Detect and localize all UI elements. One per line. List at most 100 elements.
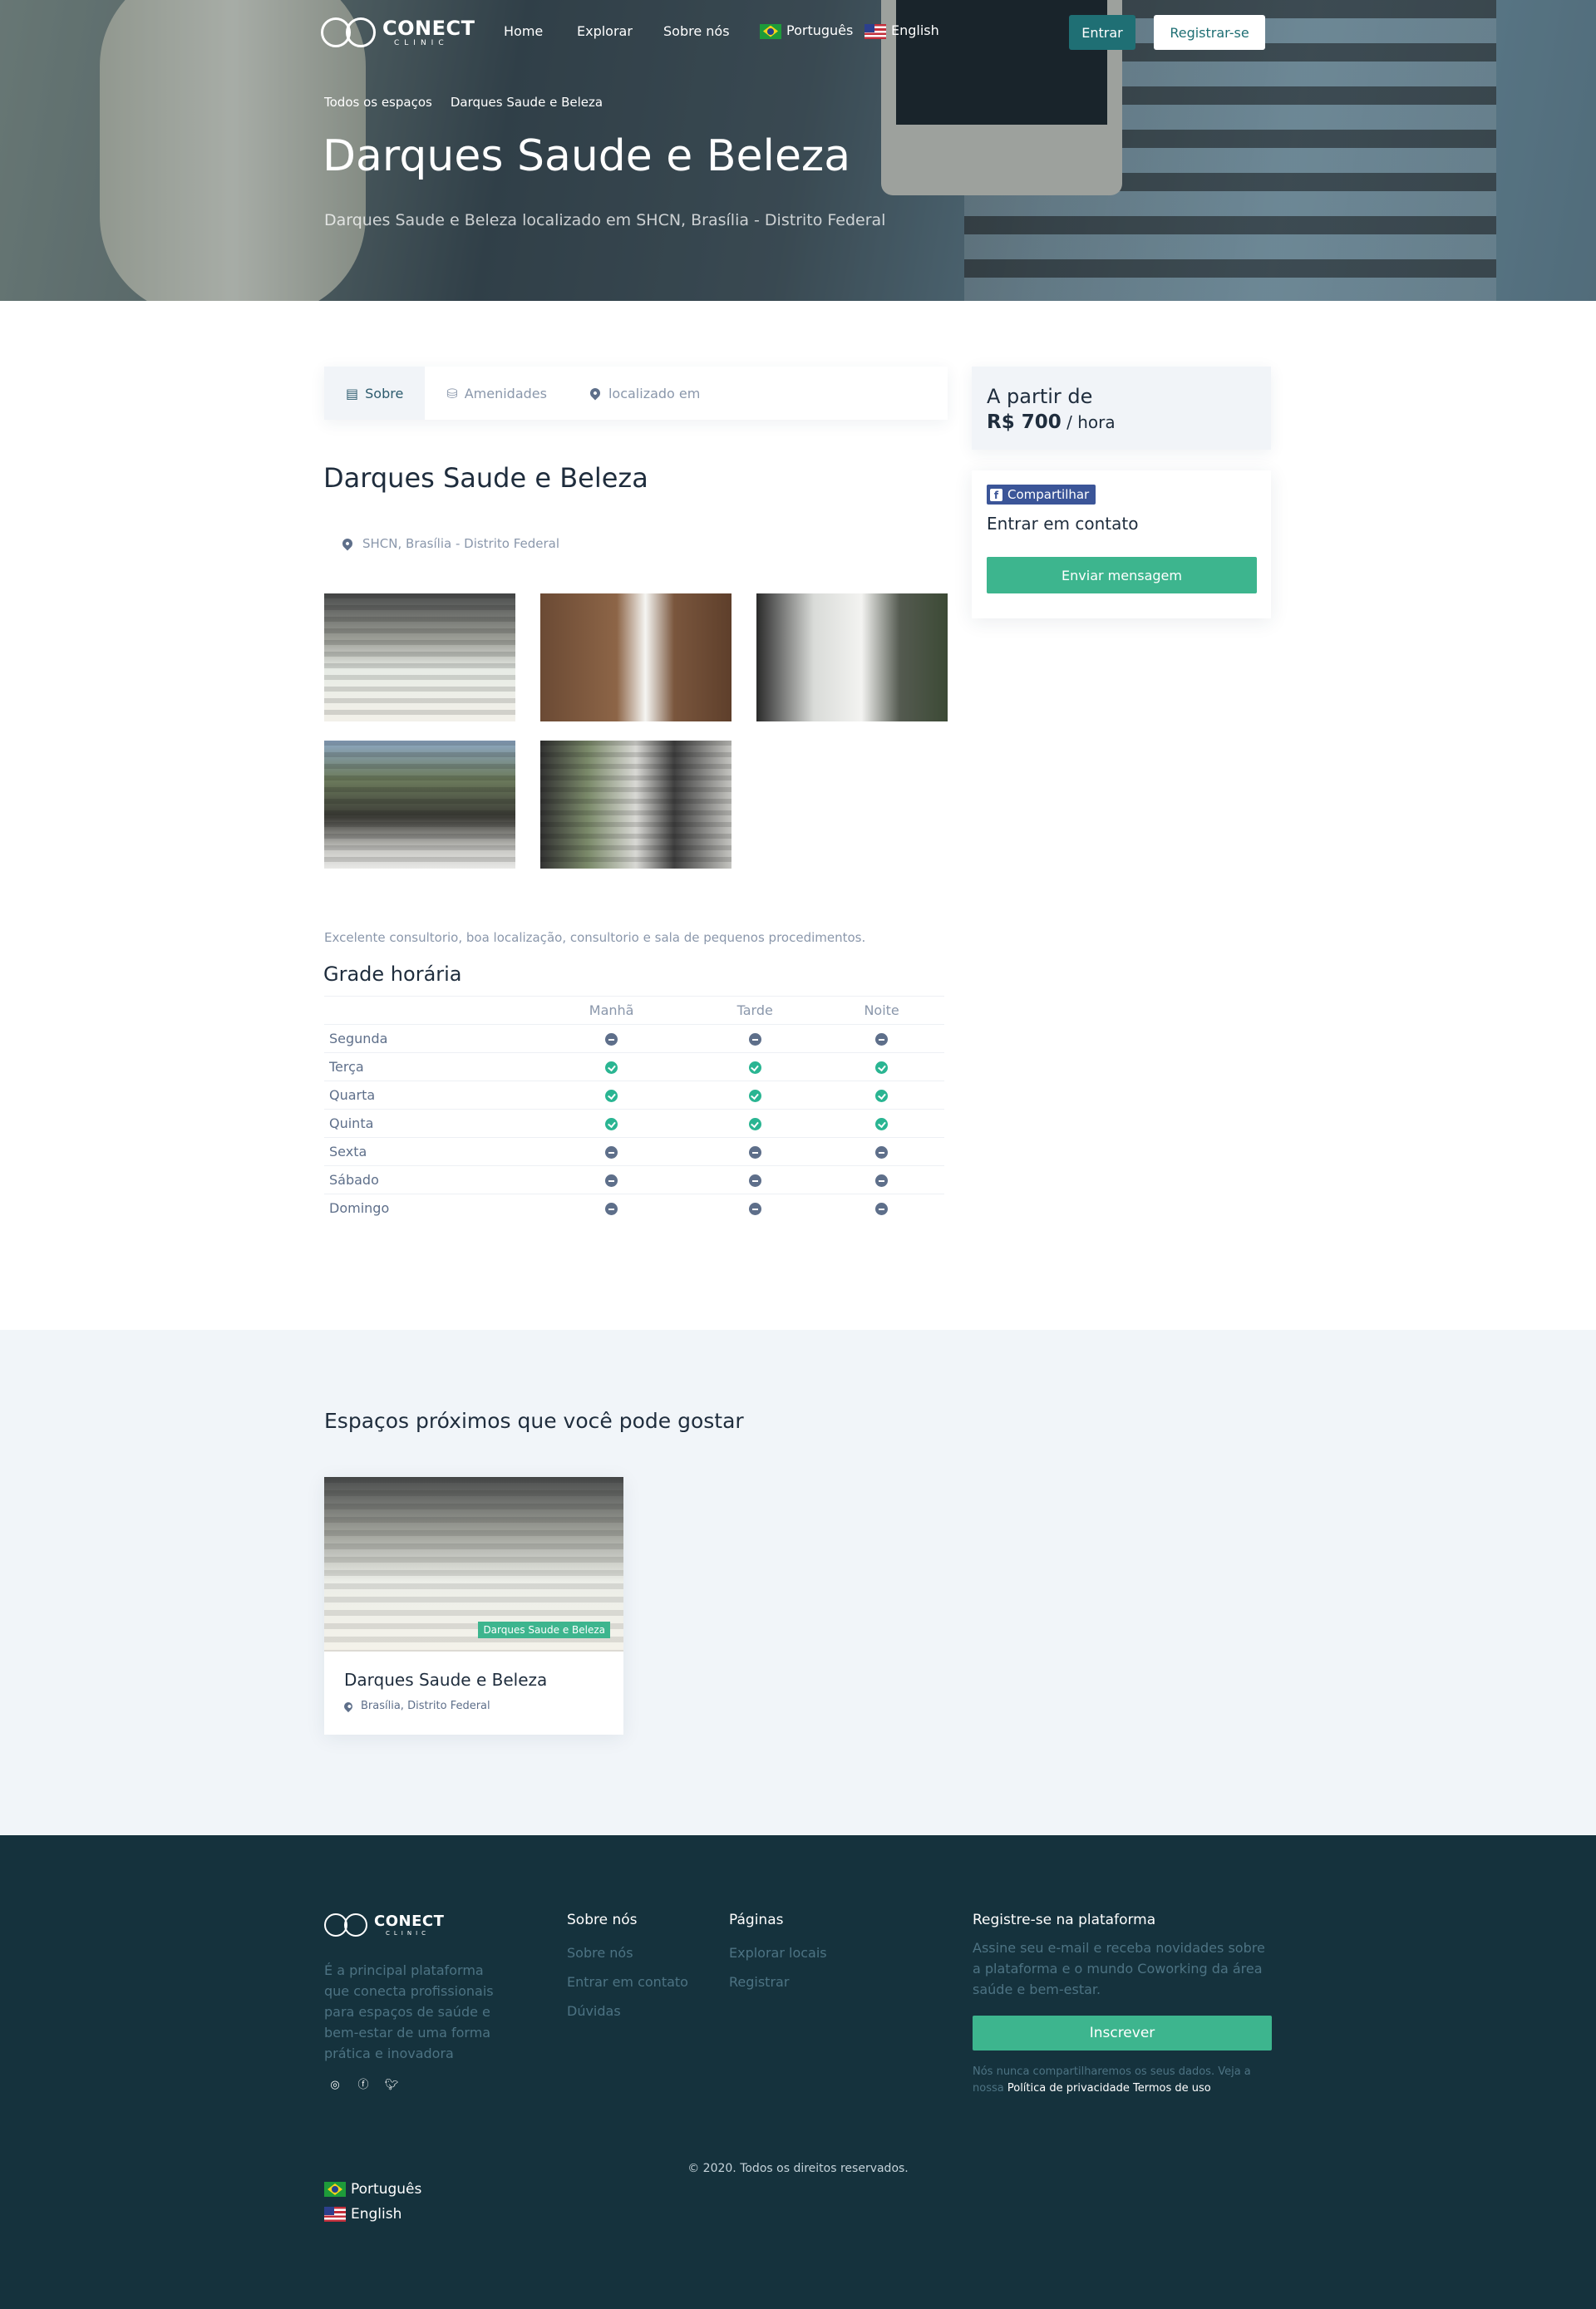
privacy-note: Nós nunca compartilharemos os seus dados… — [973, 2065, 1251, 2095]
facebook-icon[interactable]: ⓕ — [356, 2078, 371, 2093]
minus-circle-icon — [748, 1174, 761, 1187]
page-subtitle: Darques Saude e Beleza localizado em SHC… — [324, 211, 886, 229]
price-value: R$ 700 / hora — [987, 411, 1116, 433]
schedule-row: Segunda — [324, 1024, 944, 1053]
footer-logo[interactable]: CONECT CLINIC — [324, 1913, 444, 1937]
cubes-icon: ⛁ — [446, 385, 458, 401]
schedule-day: Domingo — [324, 1194, 532, 1223]
check-circle-icon — [875, 1118, 889, 1130]
nav-home[interactable]: Home — [504, 23, 543, 39]
gallery-photo-3[interactable] — [756, 593, 948, 721]
minus-circle-icon — [875, 1174, 889, 1187]
facebook-share-button[interactable]: f Compartilhar — [987, 485, 1096, 505]
gallery-photo-4[interactable] — [324, 741, 515, 869]
minus-circle-icon — [605, 1203, 618, 1216]
minus-circle-icon — [605, 1146, 618, 1159]
schedule-day: Quinta — [324, 1109, 532, 1138]
column-header: Tarde — [691, 996, 820, 1025]
listing-title: Darques Saude e Beleza — [323, 462, 648, 494]
footer: CONECT CLINIC É a principal plataforma qu… — [0, 1835, 1596, 2309]
subscribe-button[interactable]: Inscrever — [973, 2016, 1272, 2051]
terms-link[interactable]: Termos de uso — [1133, 2082, 1211, 2095]
nearby-card[interactable]: Darques Saude e Beleza Darques Saude e B… — [324, 1477, 623, 1735]
price-prefix: A partir de — [987, 385, 1093, 408]
logo-icon — [324, 1913, 371, 1937]
lang-portugues[interactable]: Português — [760, 22, 853, 39]
card-title: Darques Saude e Beleza — [344, 1670, 548, 1690]
listing-address: SHCN, Brasília - Distrito Federal — [340, 536, 559, 551]
send-message-button[interactable]: Enviar mensagem — [987, 557, 1257, 593]
breadcrumb: Todos os espaços Darques Saude e Beleza — [324, 95, 603, 110]
check-circle-icon — [748, 1061, 761, 1074]
minus-circle-icon — [875, 1146, 889, 1159]
copyright: © 2020. Todos os direitos reservados. — [687, 2162, 909, 2175]
check-circle-icon — [875, 1061, 889, 1074]
minus-circle-icon — [605, 1174, 618, 1187]
nav-explorar[interactable]: Explorar — [577, 23, 633, 39]
check-circle-icon — [605, 1118, 618, 1130]
column-header: Manhã — [532, 996, 692, 1025]
footer-register-title: Registre-se na plataforma — [973, 1912, 1156, 1928]
footer-lang-portugues[interactable]: Português — [324, 2181, 421, 2198]
check-circle-icon — [748, 1090, 761, 1102]
gallery-photo-1[interactable] — [324, 593, 515, 721]
id-card-icon: ▤ — [346, 385, 359, 401]
footer-link-contato[interactable]: Entrar em contato — [567, 1974, 688, 1990]
footer-link-explorar[interactable]: Explorar locais — [729, 1945, 827, 1961]
breadcrumb-current: Darques Saude e Beleza — [450, 95, 603, 110]
us-flag-icon — [324, 2207, 346, 2222]
map-pin-icon — [340, 536, 355, 551]
breadcrumb-all-spaces[interactable]: Todos os espaços — [324, 95, 432, 110]
nav-sobre-nos[interactable]: Sobre nós — [663, 23, 730, 39]
check-circle-icon — [605, 1061, 618, 1074]
check-circle-icon — [748, 1118, 761, 1130]
schedule-day: Quarta — [324, 1081, 532, 1110]
minus-circle-icon — [605, 1033, 618, 1046]
tab-sobre[interactable]: ▤ Sobre — [324, 367, 426, 420]
login-button[interactable]: Entrar — [1069, 15, 1135, 50]
schedule-row: Sábado — [324, 1165, 944, 1194]
column-header: Noite — [819, 996, 944, 1025]
schedule-row: Terça — [324, 1052, 944, 1081]
footer-link-registrar[interactable]: Registrar — [729, 1974, 789, 1990]
brazil-flag-icon — [324, 2182, 346, 2197]
brand-logo[interactable]: CONECT CLINIC — [321, 17, 475, 47]
logo-icon — [321, 17, 379, 47]
minus-circle-icon — [748, 1203, 761, 1216]
privacy-policy-link[interactable]: Política de privacidade — [1007, 2082, 1130, 2095]
twitter-icon[interactable]: 🐦︎ — [384, 2078, 399, 2093]
social-links: ◎ ⓕ 🐦︎ — [328, 2078, 399, 2093]
nearby-title: Espaços próximos que você pode gostar — [324, 1409, 744, 1433]
footer-about: É a principal plataforma que conecta pro… — [324, 1962, 494, 2061]
tab-amenidades[interactable]: ⛁ Amenidades — [425, 367, 569, 420]
schedule-day: Sexta — [324, 1137, 532, 1166]
schedule-table: Manhã Tarde Noite Segunda Terça Quarta Quin… — [324, 996, 944, 1223]
minus-circle-icon — [875, 1203, 889, 1216]
schedule-row: Quinta — [324, 1109, 944, 1138]
us-flag-icon — [864, 23, 886, 39]
minus-circle-icon — [748, 1146, 761, 1159]
facebook-icon: f — [990, 488, 1002, 501]
schedule-day: Segunda — [324, 1024, 532, 1053]
map-pin-icon — [588, 386, 603, 401]
listing-description: Excelente consultorio, boa localização, … — [324, 930, 866, 945]
register-button[interactable]: Registrar-se — [1154, 15, 1265, 50]
contact-title: Entrar em contato — [987, 514, 1139, 534]
instagram-icon[interactable]: ◎ — [328, 2078, 342, 2093]
schedule-header-row: Manhã Tarde Noite — [324, 996, 944, 1025]
page-title: Darques Saude e Beleza — [323, 131, 851, 181]
map-pin-icon — [342, 1700, 355, 1712]
footer-link-sobre-nos[interactable]: Sobre nós — [567, 1945, 633, 1961]
tab-localizado-em[interactable]: localizado em — [569, 367, 722, 420]
schedule-row: Sexta — [324, 1137, 944, 1166]
schedule-row: Domingo — [324, 1194, 944, 1223]
gallery-photo-5[interactable] — [540, 741, 732, 869]
lang-english[interactable]: English — [864, 22, 939, 39]
gallery-photo-2[interactable] — [540, 593, 732, 721]
top-navbar: CONECT CLINIC Home Explorar Sobre nós Por… — [0, 0, 1596, 66]
price-box: A partir de R$ 700 / hora — [972, 367, 1271, 450]
contact-box: f Compartilhar Entrar em contato Enviar m… — [972, 470, 1271, 618]
minus-circle-icon — [875, 1033, 889, 1046]
footer-link-duvidas[interactable]: Dúvidas — [567, 2003, 621, 2019]
footer-lang-english[interactable]: English — [324, 2206, 401, 2223]
